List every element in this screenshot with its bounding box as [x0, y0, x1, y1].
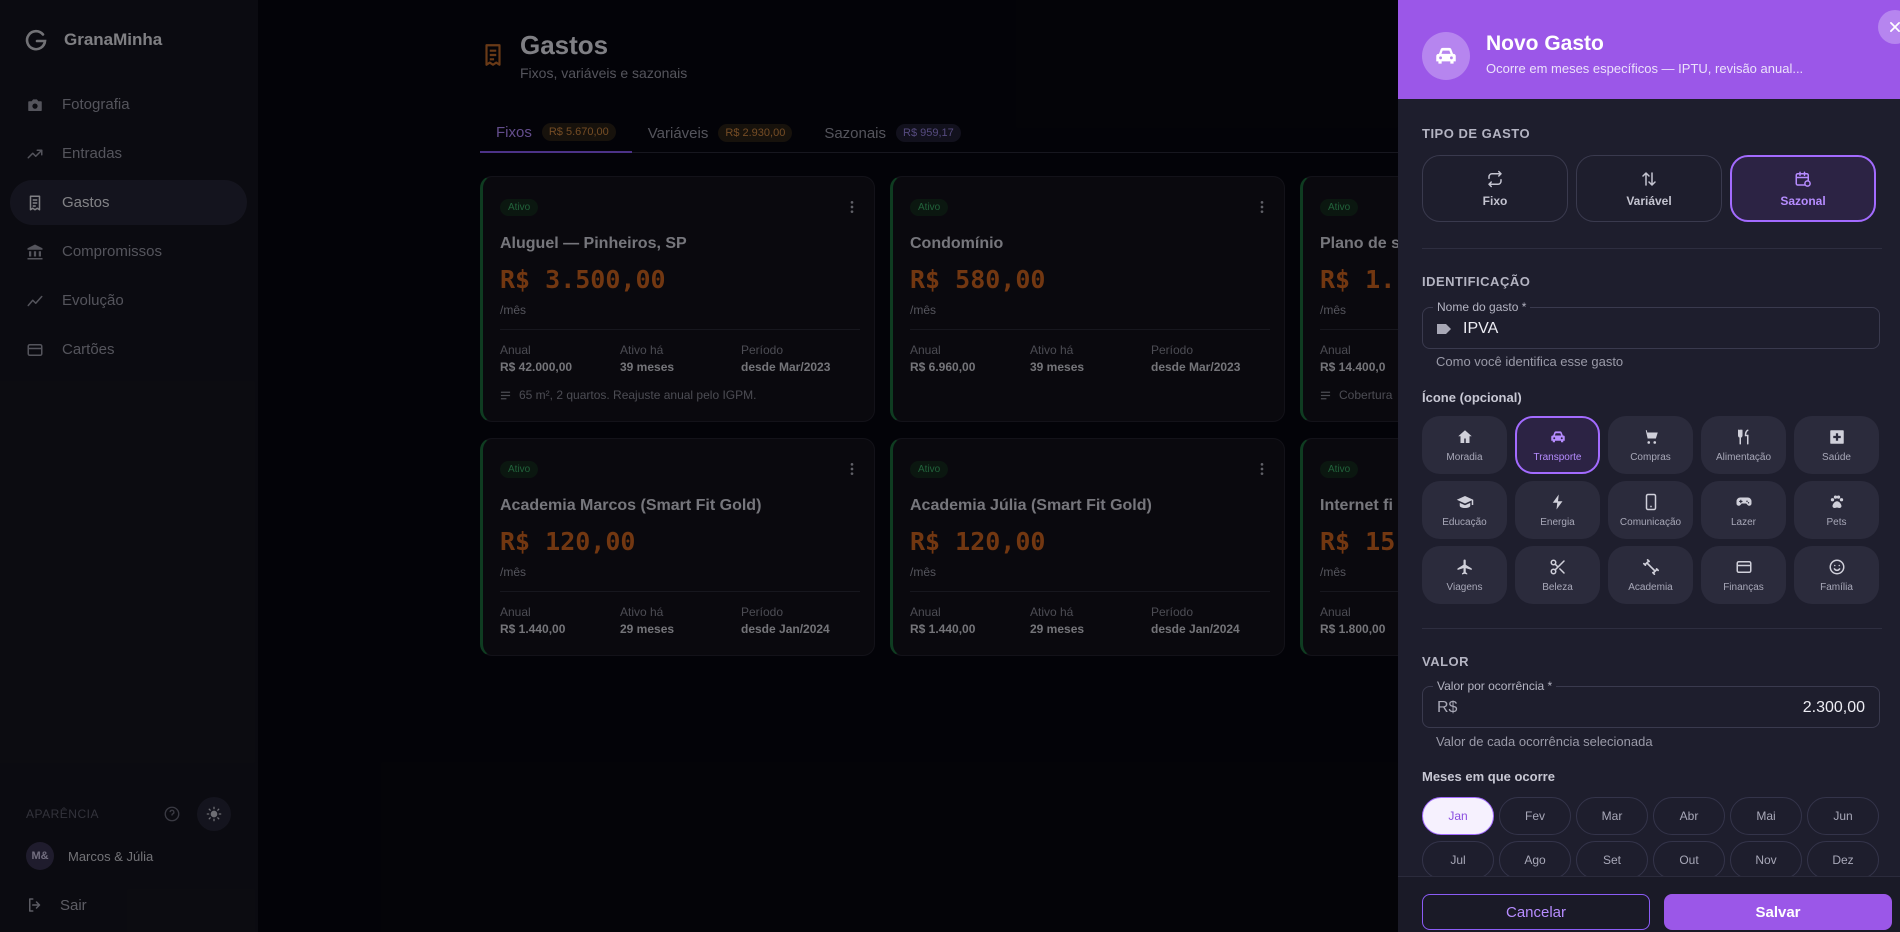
repeat-icon	[1488, 170, 1502, 187]
icon-option-label: Transporte	[1533, 451, 1582, 463]
drawer-header: Novo Gasto Ocorre em meses específicos —…	[1398, 0, 1900, 99]
currency-prefix: R$	[1437, 699, 1458, 716]
divider	[1422, 248, 1882, 249]
month-out[interactable]: Out	[1653, 841, 1725, 879]
month-ago[interactable]: Ago	[1499, 841, 1571, 879]
month-jun[interactable]: Jun	[1807, 797, 1879, 835]
type-label: Variável	[1626, 193, 1672, 208]
dumbbell-icon	[1642, 558, 1659, 575]
identification-section-label: IDENTIFICAÇÃO	[1422, 274, 1531, 289]
icon-option-comunicacao[interactable]: Comunicação	[1608, 481, 1693, 539]
close-button[interactable]	[1878, 10, 1900, 44]
month-set[interactable]: Set	[1576, 841, 1648, 879]
icon-option-label: Beleza	[1542, 581, 1573, 593]
field-label: Nome do gasto *	[1433, 300, 1531, 314]
drawer-footer: Cancelar Salvar	[1398, 876, 1900, 932]
icon-option-energia[interactable]: Energia	[1515, 481, 1600, 539]
icon-section-label: Ícone (opcional)	[1422, 390, 1522, 405]
field-helper-text: Como você identifica esse gasto	[1436, 354, 1624, 369]
scissors-icon	[1550, 559, 1565, 574]
new-expense-drawer: Novo Gasto Ocorre em meses específicos —…	[1398, 0, 1900, 932]
type-sazonal-button[interactable]: Sazonal	[1730, 155, 1876, 222]
divider	[1422, 628, 1882, 629]
graduation-cap-icon	[1456, 495, 1473, 508]
modal-backdrop[interactable]	[0, 0, 1398, 932]
month-mar[interactable]: Mar	[1576, 797, 1648, 835]
phone-icon	[1645, 493, 1656, 510]
icon-option-label: Finanças	[1723, 581, 1764, 593]
drawer-subtitle: Ocorre em meses específicos — IPTU, revi…	[1486, 61, 1804, 76]
utensils-icon	[1737, 429, 1748, 444]
car-icon	[1550, 430, 1565, 442]
icon-option-transporte[interactable]: Transporte	[1515, 416, 1600, 474]
type-section-label: TIPO DE GASTO	[1422, 126, 1531, 141]
close-icon	[1890, 22, 1900, 32]
month-jul[interactable]: Jul	[1422, 841, 1494, 879]
cancel-button[interactable]: Cancelar	[1422, 894, 1650, 930]
amount-value: 2.300,00	[1802, 699, 1865, 716]
icon-option-label: Alimentação	[1715, 451, 1772, 463]
icon-option-compras[interactable]: Compras	[1608, 416, 1693, 474]
card-icon	[1736, 560, 1751, 573]
save-button[interactable]: Salvar	[1664, 894, 1892, 930]
icon-option-label: Comunicação	[1619, 516, 1682, 528]
icon-option-label: Pets	[1826, 516, 1847, 528]
medical-icon	[1829, 429, 1844, 444]
icon-option-moradia[interactable]: Moradia	[1422, 416, 1507, 474]
type-label: Fixo	[1482, 193, 1508, 208]
drawer-title: Novo Gasto	[1486, 32, 1604, 55]
plane-icon	[1457, 559, 1472, 574]
icon-option-label: Moradia	[1446, 451, 1483, 463]
icon-option-lazer[interactable]: Lazer	[1701, 481, 1786, 539]
icon-option-label: Lazer	[1730, 516, 1756, 528]
icon-option-label: Compras	[1630, 451, 1671, 463]
field-helper-text: Valor de cada ocorrência selecionada	[1436, 734, 1653, 749]
icon-option-label: Viagens	[1446, 581, 1483, 593]
icon-option-familia[interactable]: Família	[1794, 546, 1879, 604]
home-icon	[1457, 429, 1472, 443]
icon-option-label: Academia	[1628, 581, 1673, 593]
cart-icon	[1643, 429, 1658, 444]
icon-option-saude[interactable]: Saúde	[1794, 416, 1879, 474]
expense-name-field[interactable]: Nome do gasto * IPVA	[1422, 300, 1880, 349]
icon-option-financas[interactable]: Finanças	[1701, 546, 1786, 604]
icon-option-label: Saúde	[1822, 451, 1851, 463]
expense-name-value: IPVA	[1463, 320, 1499, 337]
type-variavel-button[interactable]: Variável	[1576, 155, 1722, 222]
paw-icon	[1830, 494, 1843, 508]
value-per-occurrence-field[interactable]: Valor por ocorrência * R$ 2.300,00	[1422, 679, 1880, 728]
icon-option-label: Educação	[1442, 516, 1487, 528]
arrows-up-down-icon	[1642, 171, 1656, 186]
icon-option-educacao[interactable]: Educação	[1422, 481, 1507, 539]
icon-option-viagens[interactable]: Viagens	[1422, 546, 1507, 604]
field-label: Valor por ocorrência *	[1433, 679, 1557, 693]
month-dez[interactable]: Dez	[1807, 841, 1879, 879]
month-nov[interactable]: Nov	[1730, 841, 1802, 879]
tag-icon	[1437, 324, 1451, 334]
value-section-label: VALOR	[1422, 654, 1470, 669]
month-abr[interactable]: Abr	[1653, 797, 1725, 835]
icon-option-label: Energia	[1540, 516, 1575, 528]
type-fixo-button[interactable]: Fixo	[1422, 155, 1568, 222]
car-icon	[1422, 32, 1470, 80]
icon-option-beleza[interactable]: Beleza	[1515, 546, 1600, 604]
bolt-icon	[1552, 494, 1562, 509]
gamepad-icon	[1736, 497, 1751, 506]
type-label: Sazonal	[1780, 193, 1826, 208]
icon-option-alimentacao[interactable]: Alimentação	[1701, 416, 1786, 474]
face-icon	[1829, 559, 1844, 574]
icon-option-label: Família	[1820, 581, 1853, 593]
month-mai[interactable]: Mai	[1730, 797, 1802, 835]
month-jan[interactable]: Jan	[1422, 797, 1494, 835]
month-fev[interactable]: Fev	[1499, 797, 1571, 835]
icon-option-academia[interactable]: Academia	[1608, 546, 1693, 604]
months-label: Meses em que ocorre	[1422, 769, 1555, 784]
icon-option-pets[interactable]: Pets	[1794, 481, 1879, 539]
calendar-repeat-icon	[1795, 171, 1811, 187]
